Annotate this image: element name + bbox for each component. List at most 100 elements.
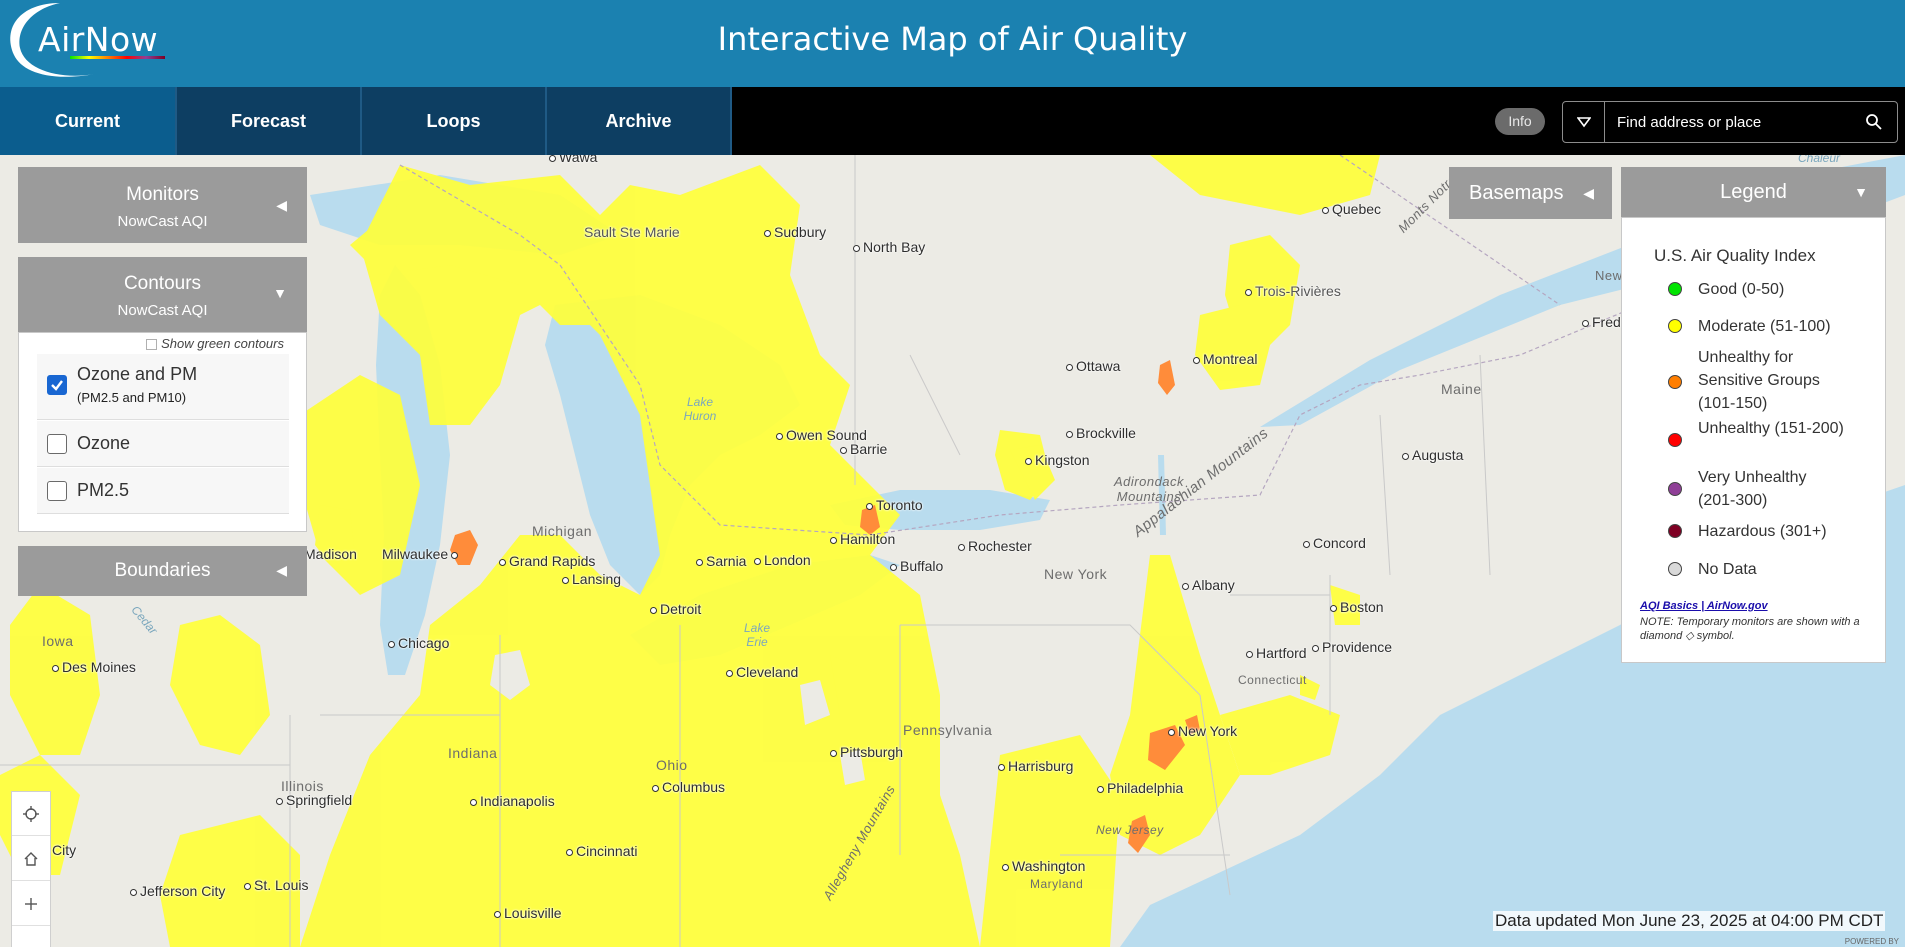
city-label: Augusta (1402, 447, 1463, 463)
app: AirNow Interactive Map of Air Quality Cu… (0, 0, 1905, 947)
map-controls (11, 791, 51, 947)
boundaries-title: Boundaries (114, 560, 211, 581)
data-updated-text: Data updated Mon June 23, 2025 at 04:00 … (1493, 911, 1886, 931)
legend-swatch (1668, 562, 1682, 576)
city-label: Hartford (1246, 645, 1307, 661)
legend-note: NOTE: Temporary monitors are shown with … (1640, 616, 1860, 642)
city-label: Boston (1330, 599, 1384, 615)
city-label: Toronto (866, 497, 923, 513)
city-label: Indianapolis (470, 793, 555, 809)
city-label: Sudbury (764, 224, 826, 240)
city-label: Harrisburg (998, 758, 1073, 774)
city-label: Kingston (1025, 452, 1089, 468)
city-label: Pittsburgh (830, 744, 903, 760)
city-label: Albany (1182, 577, 1235, 593)
water-label: Lake Huron (683, 395, 717, 423)
region-label: Maine (1441, 381, 1482, 397)
tab-archive[interactable]: Archive (547, 87, 732, 155)
zoom-in-button[interactable] (12, 882, 50, 926)
city-label: Fred (1582, 314, 1621, 330)
legend-heading: U.S. Air Quality Index (1654, 246, 1816, 265)
city-label: Milwaukee (382, 546, 461, 562)
contours-panel-toggle[interactable]: Contours NowCast AQI ▼ (18, 257, 307, 332)
basemaps-panel-toggle[interactable]: Basemaps ◀ (1449, 167, 1612, 219)
city-label: Ottawa (1066, 358, 1120, 374)
city-label: Concord (1303, 535, 1366, 551)
tab-forecast[interactable]: Forecast (177, 87, 362, 155)
region-label: Ohio (656, 757, 688, 773)
home-button[interactable] (12, 837, 50, 881)
contours-panel: Show green contours Ozone and PM (PM2.5 … (18, 332, 307, 532)
city-label: Cincinnati (566, 843, 637, 859)
city-label: Providence (1312, 639, 1392, 655)
city-label: City (52, 842, 77, 858)
city-label: New York (1168, 723, 1237, 739)
legend-item: Moderate (51-100) (1668, 315, 1878, 339)
caret-down-icon: ▼ (1854, 184, 1868, 200)
city-label: Philadelphia (1097, 780, 1183, 796)
city-label: Barrie (840, 441, 887, 457)
region-label: Michigan (532, 523, 593, 539)
monitors-panel-toggle[interactable]: Monitors NowCast AQI ◀ (18, 167, 307, 243)
city-label: Buffalo (890, 558, 943, 574)
city-label: Madison (304, 546, 357, 562)
legend-title: Legend (1720, 181, 1787, 203)
legend-item: Hazardous (301+) (1668, 520, 1878, 544)
search-box (1562, 101, 1898, 143)
city-label: Des Moines (52, 659, 136, 675)
aqi-basics-link[interactable]: AQI Basics | AirNow.gov (1640, 600, 1768, 612)
tab-current[interactable]: Current (0, 87, 177, 155)
ozone-label: Ozone (77, 433, 131, 453)
city-label: St. Louis (244, 877, 308, 893)
page-title: Interactive Map of Air Quality (717, 20, 1188, 58)
search-input[interactable] (1607, 102, 1857, 142)
locate-button[interactable] (12, 792, 50, 836)
legend-swatch (1668, 482, 1682, 496)
legend-item: Good (0-50) (1668, 278, 1878, 302)
powered-by[interactable]: POWERED BY (1845, 937, 1899, 946)
show-green-contours[interactable]: Show green contours (146, 336, 284, 351)
home-icon (24, 851, 38, 866)
layer-option-ozone[interactable]: Ozone (37, 421, 289, 467)
legend-panel-toggle[interactable]: Legend ▼ (1621, 167, 1886, 217)
ozone-pm-checkbox[interactable] (47, 375, 67, 395)
contours-title: Contours (123, 273, 202, 294)
city-label: Montreal (1193, 351, 1257, 367)
ozone-checkbox[interactable] (47, 434, 67, 454)
caret-down-icon: ▼ (273, 285, 287, 301)
search-icon[interactable] (1865, 113, 1883, 131)
city-label: Cleveland (726, 664, 798, 680)
city-label: Springfield (276, 792, 352, 808)
tab-loops[interactable]: Loops (362, 87, 547, 155)
show-green-checkbox[interactable] (146, 339, 158, 351)
info-button[interactable]: Info (1495, 108, 1545, 135)
region-label: New Jersey (1096, 823, 1164, 837)
zoom-out-button[interactable] (12, 927, 50, 947)
legend-swatch (1668, 524, 1682, 538)
water-label: Lake Erie (743, 621, 771, 649)
contours-subtitle: NowCast AQI (117, 302, 208, 319)
header: AirNow Interactive Map of Air Quality (0, 0, 1905, 87)
pm25-label: PM2.5 (77, 480, 130, 500)
city-label: Wawa (549, 155, 597, 165)
region-label: Iowa (42, 633, 74, 649)
legend-swatch (1668, 433, 1682, 447)
layer-option-pm25[interactable]: PM2.5 (37, 468, 289, 514)
legend-swatch (1668, 282, 1682, 296)
basemaps-title: Basemaps (1469, 182, 1564, 204)
city-label: Detroit (650, 601, 701, 617)
city-label: North Bay (853, 239, 925, 255)
region-label: Pennsylvania (903, 722, 993, 738)
region-label: Connecticut (1238, 673, 1307, 687)
city-label: Chicago (388, 635, 449, 651)
city-label: Brockville (1066, 425, 1136, 441)
layer-option-ozone-pm[interactable]: Ozone and PM (PM2.5 and PM10) (37, 354, 289, 420)
pm25-checkbox[interactable] (47, 481, 67, 501)
search-source-dropdown[interactable] (1563, 102, 1605, 142)
legend-item: Very Unhealthy (201-300) (1668, 466, 1878, 514)
boundaries-panel-toggle[interactable]: Boundaries ◀ (18, 546, 307, 596)
legend-item: No Data (1668, 558, 1878, 582)
city-label: London (754, 552, 811, 568)
city-label: Columbus (652, 779, 725, 795)
city-label: Louisville (494, 905, 562, 921)
